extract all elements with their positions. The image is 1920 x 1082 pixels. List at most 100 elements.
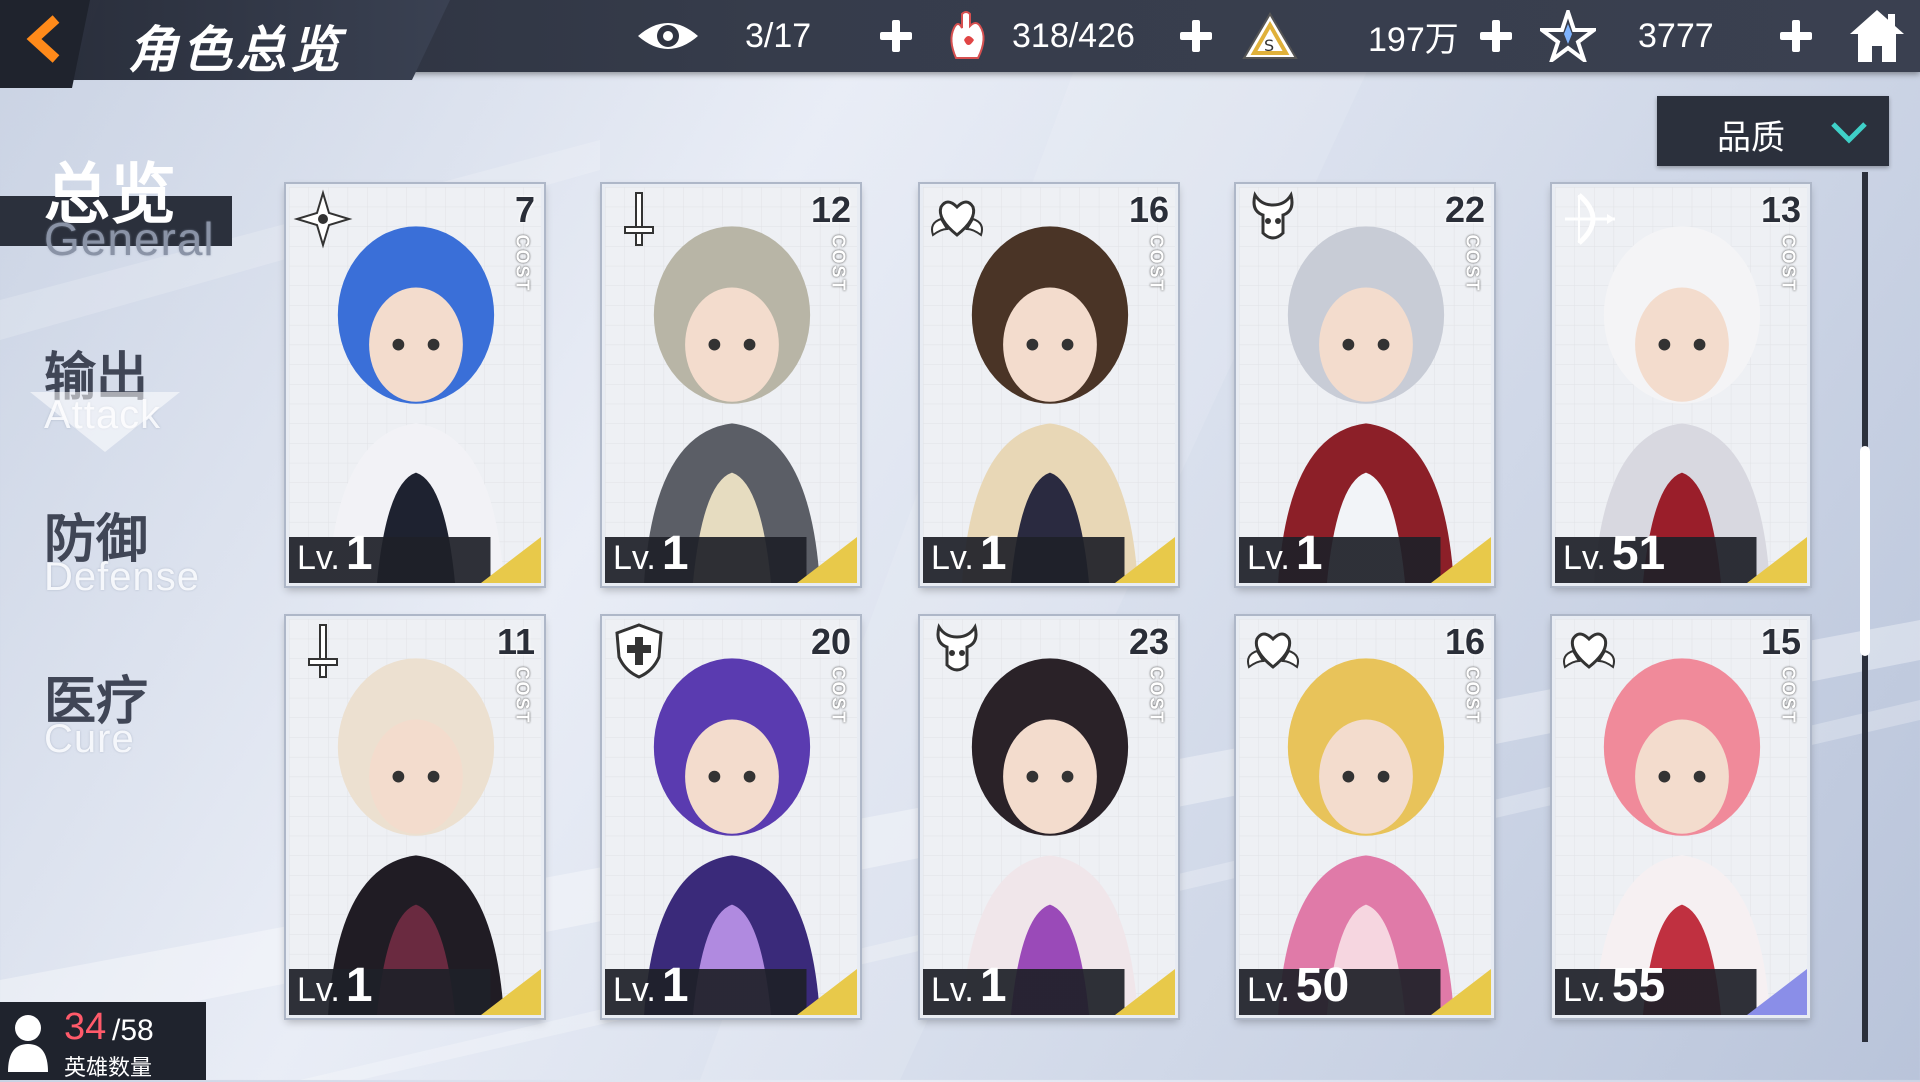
character-card[interactable]: 7 COST Lv. 1 [286,184,544,586]
level-label: Lv. 1 [297,958,373,1013]
sidebar-item-sublabel: General [44,213,215,265]
home-icon [1850,10,1904,62]
level-prefix: Lv. [1563,971,1606,1009]
sidebar-item-cure[interactable]: 医疗 Cure [44,674,148,761]
cost-value: 13 [1760,189,1801,230]
cost-label: COST [1462,666,1483,725]
level-prefix: Lv. [1563,539,1606,577]
character-card[interactable]: 13 COST Lv. 51 [1552,184,1810,586]
character-card[interactable]: 12 COST Lv. 1 [602,184,860,586]
hero-count-panel: 34 /58 英雄数量 [0,1002,206,1080]
attack-chevron-icon [30,392,180,452]
stamina-hand-icon [950,11,985,59]
level-label: Lv. 1 [613,526,689,581]
level-prefix: Lv. [613,971,656,1009]
gold-pyramid-icon: S [1242,12,1298,59]
cost-label: COST [828,234,849,293]
resource-value: 3/17 [745,16,812,55]
cost-indicator: 16 COST [1445,619,1491,749]
add-resource-1-button[interactable] [876,16,916,56]
scrollbar-thumb[interactable] [1860,446,1870,656]
cost-value: 16 [1444,621,1485,662]
cost-value: 12 [810,189,851,230]
character-card[interactable]: 11 COST Lv. 1 [286,616,544,1018]
demon-skull-icon [1252,191,1294,240]
quality-filter-dropdown[interactable]: 品质 [1657,96,1889,166]
sword-icon [624,192,654,246]
add-resource-3-button[interactable] [1476,16,1516,56]
add-resource-2-button[interactable] [1176,16,1216,56]
cost-value: 7 [514,189,535,230]
crystal-star-icon [1540,10,1596,62]
cost-indicator: 20 COST [811,619,857,749]
resource-gold: S 197万 [1242,0,1459,72]
cost-value: 20 [810,621,851,662]
hero-count-max: /58 [112,1014,154,1047]
sword-icon [308,624,338,678]
cost-label: COST [1146,666,1167,725]
resource-stamina: 318/426 [946,0,1135,72]
level-prefix: Lv. [1247,539,1290,577]
hero-count-current: 34 [64,1006,107,1048]
sidebar-item-sublabel: Cure [44,717,135,761]
level-value: 51 [1611,527,1666,580]
cost-indicator: 13 COST [1761,187,1807,317]
sidebar-item-sublabel: Defense [44,555,200,599]
resource-crystal: 3777 [1540,0,1714,72]
cost-value: 11 [496,621,535,662]
person-icon [8,1015,48,1072]
level-prefix: Lv. [297,971,340,1009]
resource-value: 3777 [1638,16,1714,55]
cost-value: 22 [1444,189,1485,230]
demon-skull-icon [936,623,978,672]
level-label: Lv. 1 [613,958,689,1013]
character-card[interactable]: 15 COST Lv. 55 [1552,616,1810,1018]
add-resource-4-button[interactable] [1776,16,1816,56]
home-button[interactable] [1848,8,1906,64]
page-title: 角色总览 [128,21,344,79]
level-value: 1 [345,527,373,580]
cost-label: COST [1146,234,1167,293]
level-value: 1 [1295,527,1323,580]
level-label: Lv. 1 [931,958,1007,1013]
cost-label: COST [512,666,533,725]
cost-label: COST [1778,234,1799,293]
sidebar-item-defense[interactable]: 防御 Defense [44,512,200,599]
level-value: 50 [1295,959,1350,1012]
resource-eye: 3/17 [636,0,811,72]
chevron-down-icon [1831,122,1867,144]
back-arrow-icon [26,15,60,63]
svg-text:S: S [1264,36,1274,55]
level-prefix: Lv. [1247,971,1290,1009]
cost-indicator: 22 COST [1445,187,1491,317]
character-card[interactable]: 22 COST Lv. 1 [1236,184,1494,586]
resource-value: 197万 [1368,20,1459,59]
level-prefix: Lv. [613,539,656,577]
cost-label: COST [512,234,533,293]
heart-wings-icon [931,200,983,237]
next-row-edge [280,1034,1840,1040]
heart-wings-icon [1563,632,1615,669]
character-card[interactable]: 16 COST Lv. 50 [1236,616,1494,1018]
level-value: 1 [661,527,689,580]
level-value: 1 [345,959,373,1012]
level-prefix: Lv. [931,539,974,577]
level-label: Lv. 55 [1563,958,1665,1013]
bow-icon [1565,193,1615,245]
level-prefix: Lv. [931,971,974,1009]
level-value: 1 [661,959,689,1012]
character-card[interactable]: 23 COST Lv. 1 [920,616,1178,1018]
cost-label: COST [1778,666,1799,725]
character-card[interactable]: 20 COST Lv. 1 [602,616,860,1018]
cost-indicator: 23 COST [1129,619,1175,749]
cost-value: 16 [1128,189,1169,230]
cost-indicator: 11 COST [497,619,541,749]
cost-indicator: 7 COST [501,187,541,317]
level-label: Lv. 1 [1247,526,1323,581]
level-value: 1 [979,959,1007,1012]
level-value: 1 [979,527,1007,580]
sidebar-item-general[interactable]: 总览 General [44,160,215,265]
level-label: Lv. 51 [1563,526,1665,581]
character-card[interactable]: 16 COST Lv. 1 [920,184,1178,586]
level-label: Lv. 1 [931,526,1007,581]
